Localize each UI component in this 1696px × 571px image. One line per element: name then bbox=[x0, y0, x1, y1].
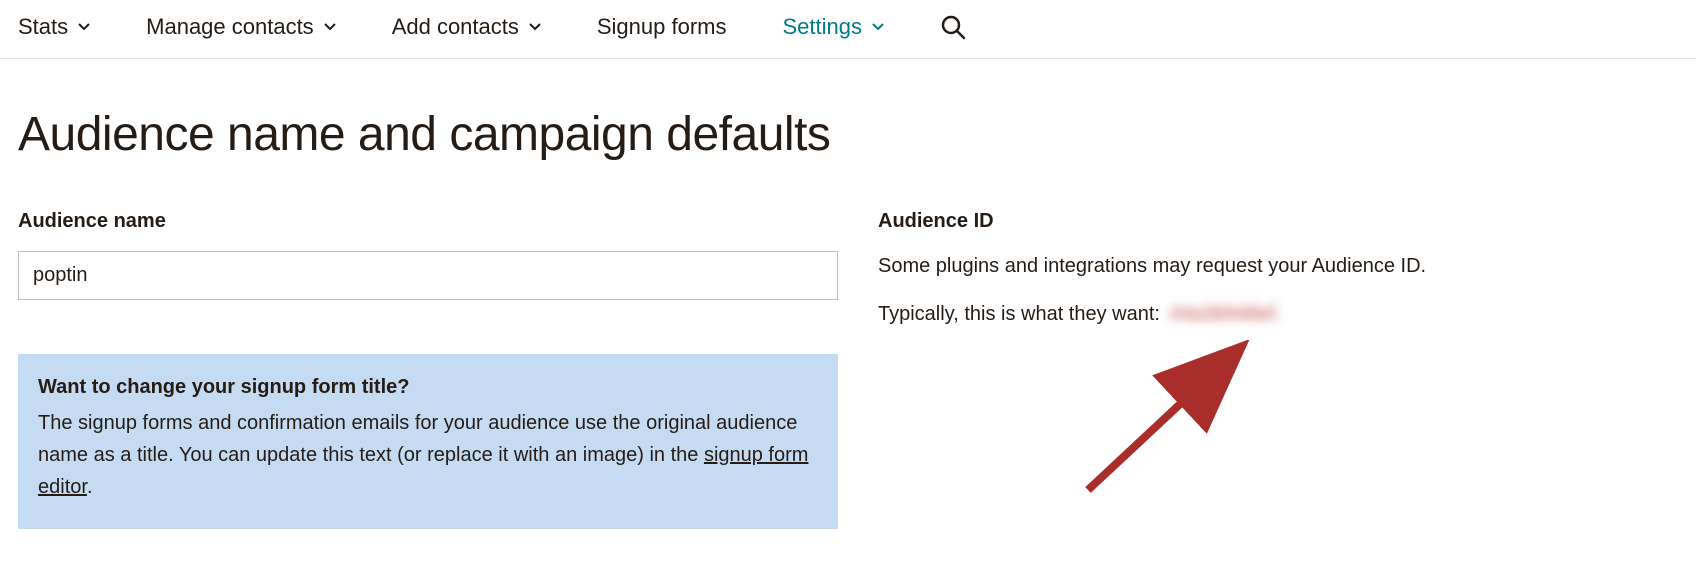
nav-label: Settings bbox=[783, 14, 863, 40]
nav-signup-forms[interactable]: Signup forms bbox=[597, 14, 727, 40]
nav-settings[interactable]: Settings bbox=[783, 14, 885, 40]
audience-id-description: Some plugins and integrations may reques… bbox=[878, 251, 1678, 281]
info-box: Want to change your signup form title? T… bbox=[18, 354, 838, 529]
nav-label: Manage contacts bbox=[146, 14, 314, 40]
audience-id-value: 44a36948ef. bbox=[1166, 303, 1281, 326]
audience-id-heading: Audience ID bbox=[878, 210, 1678, 233]
nav-bar: Stats Manage contacts Add contacts Signu… bbox=[0, 0, 1696, 59]
column-right: Audience ID Some plugins and integration… bbox=[878, 210, 1678, 529]
info-box-title: Want to change your signup form title? bbox=[38, 376, 818, 399]
page-title: Audience name and campaign defaults bbox=[0, 59, 1696, 182]
nav-label: Signup forms bbox=[597, 14, 727, 40]
audience-id-row: Typically, this is what they want: 44a36… bbox=[878, 303, 1678, 326]
info-box-body: The signup forms and confirmation emails… bbox=[38, 407, 818, 503]
audience-id-prefix: Typically, this is what they want: bbox=[878, 303, 1166, 325]
search-icon[interactable] bbox=[940, 14, 966, 40]
nav-manage-contacts[interactable]: Manage contacts bbox=[146, 14, 336, 40]
annotation-arrow-icon bbox=[1078, 340, 1258, 500]
chevron-down-icon bbox=[872, 21, 884, 33]
audience-name-label: Audience name bbox=[18, 210, 838, 233]
column-left: Audience name Want to change your signup… bbox=[18, 210, 838, 529]
columns: Audience name Want to change your signup… bbox=[0, 182, 1696, 529]
nav-label: Stats bbox=[18, 14, 68, 40]
audience-name-input[interactable] bbox=[18, 251, 838, 300]
info-body-after: . bbox=[87, 476, 93, 498]
nav-stats[interactable]: Stats bbox=[18, 14, 90, 40]
nav-add-contacts[interactable]: Add contacts bbox=[392, 14, 541, 40]
chevron-down-icon bbox=[78, 21, 90, 33]
chevron-down-icon bbox=[324, 21, 336, 33]
chevron-down-icon bbox=[529, 21, 541, 33]
nav-label: Add contacts bbox=[392, 14, 519, 40]
info-body-before: The signup forms and confirmation emails… bbox=[38, 412, 797, 466]
